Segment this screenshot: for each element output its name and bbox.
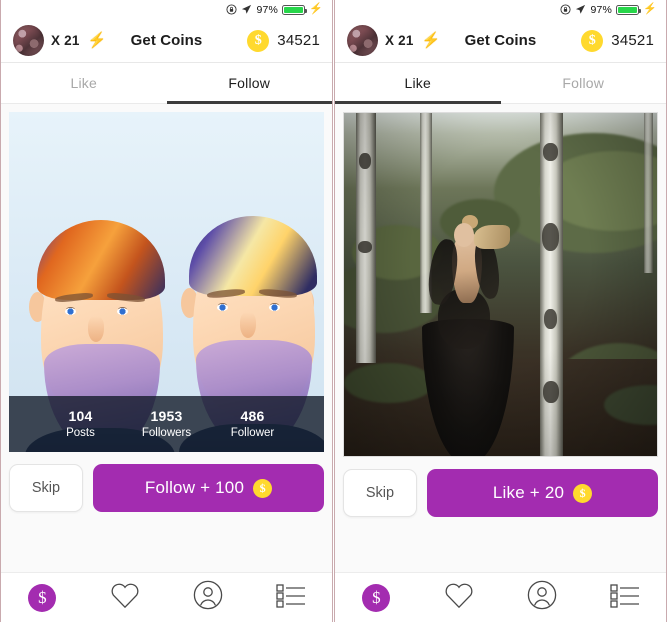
coin-icon: $	[573, 483, 593, 503]
photo-card[interactable]	[343, 112, 658, 457]
stat-followers-label: Followers	[141, 427, 192, 440]
app-header: X 21 ⚡ Get Coins $ 34521	[335, 19, 666, 63]
status-bar: 97% ⚡	[335, 0, 666, 19]
stat-following-label: Follower	[230, 427, 275, 440]
list-icon	[275, 583, 306, 613]
content-area: Skip Like + 20 $	[335, 104, 666, 572]
coin-icon: $	[247, 29, 270, 52]
action-row: Skip Like + 20 $	[343, 457, 658, 517]
person-circle-icon	[527, 580, 557, 615]
coin-balance-label: 34521	[611, 32, 654, 49]
skip-button[interactable]: Skip	[343, 469, 417, 517]
rotation-lock-icon	[226, 4, 238, 15]
coin-balance-label: 34521	[277, 32, 320, 49]
tab-bar: Like Follow	[1, 63, 332, 104]
bottom-nav-bar: $	[1, 572, 332, 622]
avatar[interactable]	[347, 25, 378, 56]
phone-screen-follow: 97% ⚡ X 21 ⚡ Get Coins $ 34521 Like Foll…	[0, 0, 333, 622]
nav-item-list[interactable]	[583, 573, 666, 622]
follow-button[interactable]: Follow + 100 $	[93, 464, 324, 512]
list-icon	[609, 583, 640, 613]
level-label: X 21	[385, 33, 414, 48]
dual-phone-screenshot: 97% ⚡ X 21 ⚡ Get Coins $ 34521 Like Foll…	[0, 0, 667, 622]
tab-like[interactable]: Like	[1, 63, 167, 103]
battery-icon	[282, 4, 308, 15]
coin-icon: $	[253, 478, 273, 498]
stat-followers: 1953 Followers	[124, 407, 210, 440]
phone-screen-like: 97% ⚡ X 21 ⚡ Get Coins $ 34521 Like Foll…	[334, 0, 667, 622]
stat-following: 486 Follower	[210, 407, 296, 440]
stat-followers-number: 1953	[150, 408, 183, 425]
coin-balance-group[interactable]: $ 34521	[210, 29, 320, 52]
content-area: 104 Posts 1953 Followers 486 Follower Sk…	[1, 104, 332, 572]
nav-item-likes[interactable]	[84, 573, 167, 622]
nav-item-profile[interactable]	[501, 573, 584, 622]
coin-icon: $	[581, 29, 604, 52]
coin-balance-group[interactable]: $ 34521	[544, 29, 654, 52]
tab-like[interactable]: Like	[335, 63, 501, 104]
location-arrow-icon	[241, 4, 252, 15]
tab-follow[interactable]: Follow	[501, 63, 667, 103]
stat-posts-number: 104	[68, 408, 93, 425]
skip-button[interactable]: Skip	[9, 464, 83, 512]
stat-posts: 104 Posts	[38, 407, 124, 440]
heart-icon	[110, 582, 140, 614]
heart-icon	[444, 582, 474, 614]
charging-lightning-bolt-icon: ⚡	[309, 3, 323, 15]
nav-item-coins[interactable]: $	[1, 573, 84, 622]
lightning-bolt-icon: ⚡	[421, 32, 441, 49]
header-left-group[interactable]: X 21 ⚡	[13, 25, 123, 56]
header-left-group[interactable]: X 21 ⚡	[347, 25, 457, 56]
charging-lightning-bolt-icon: ⚡	[643, 3, 657, 15]
tab-follow[interactable]: Follow	[166, 63, 333, 104]
battery-percent-label: 97%	[256, 3, 279, 16]
avatar[interactable]	[13, 25, 44, 56]
app-header: X 21 ⚡ Get Coins $ 34521	[1, 19, 332, 63]
battery-icon	[616, 4, 642, 15]
follow-button-label: Follow + 100	[144, 478, 245, 497]
rotation-lock-icon	[560, 4, 572, 15]
status-bar: 97% ⚡	[1, 0, 332, 19]
action-row: Skip Follow + 100 $	[9, 452, 324, 512]
bottom-nav-bar: $	[335, 572, 666, 622]
lightning-bolt-icon: ⚡	[87, 32, 107, 49]
profile-stats-overlay: 104 Posts 1953 Followers 486 Follower	[9, 396, 324, 452]
location-arrow-icon	[575, 4, 586, 15]
nav-item-likes[interactable]	[418, 573, 501, 622]
woman-black-gown-forest-photo	[344, 113, 657, 456]
profile-card[interactable]: 104 Posts 1953 Followers 486 Follower	[9, 112, 324, 452]
like-button[interactable]: Like + 20 $	[427, 469, 658, 517]
coin-dollar-icon: $	[28, 583, 57, 612]
battery-percent-label: 97%	[590, 3, 613, 16]
coin-dollar-icon: $	[362, 583, 391, 612]
level-label: X 21	[51, 33, 80, 48]
stat-following-number: 486	[240, 408, 265, 425]
nav-item-coins[interactable]: $	[335, 573, 418, 622]
stat-posts-label: Posts	[66, 427, 95, 440]
nav-item-profile[interactable]	[167, 573, 250, 622]
nav-item-list[interactable]	[249, 573, 332, 622]
tab-bar: Like Follow	[335, 63, 666, 104]
page-title: Get Coins	[130, 32, 203, 49]
page-title: Get Coins	[464, 32, 537, 49]
person-circle-icon	[193, 580, 223, 615]
like-button-label: Like + 20	[492, 483, 565, 502]
